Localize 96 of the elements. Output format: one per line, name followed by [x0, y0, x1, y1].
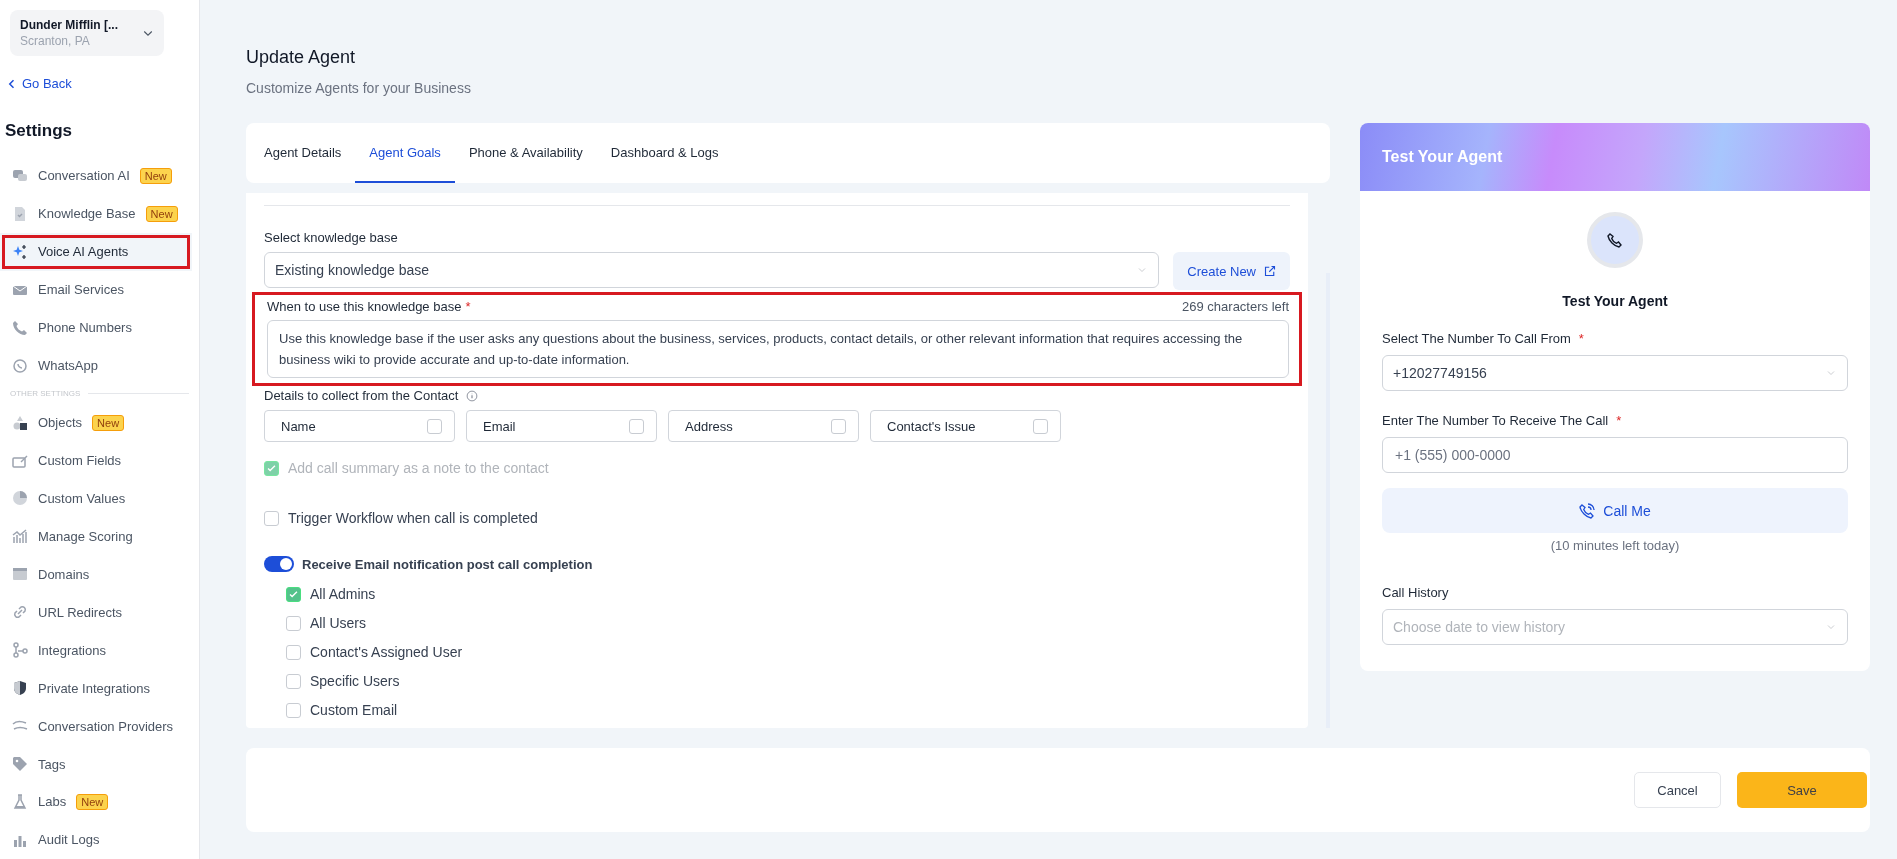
tab[interactable]: Phone & Availability: [454, 123, 597, 183]
field-label: Select knowledge base: [264, 230, 399, 245]
flask-icon: [12, 793, 28, 810]
bar-chart-icon: [12, 528, 28, 545]
toggle-switch[interactable]: [264, 556, 294, 572]
checkbox-label: All Admins: [310, 586, 376, 602]
checkbox-label: Add call summary as a note to the contact: [288, 460, 549, 476]
call-me-button[interactable]: Call Me: [1382, 488, 1848, 533]
pie-chart-icon: [12, 490, 28, 507]
minutes-remaining: (10 minutes left today): [1550, 538, 1680, 553]
new-badge: New: [92, 414, 125, 431]
option-chip[interactable]: Address: [668, 410, 859, 442]
shapes-icon: [12, 414, 28, 431]
checkbox-label: Contact's Assigned User: [310, 644, 463, 660]
checkbox[interactable]: [286, 673, 301, 689]
account-name: Dunder Mifflin [...: [20, 18, 118, 32]
checkmark-icon: [288, 588, 299, 600]
toggle-label: Receive Email notification post call completion: [302, 556, 593, 572]
phone-icon: [1579, 502, 1596, 519]
sidebar-item[interactable]: Conversation Providers: [0, 707, 199, 746]
shield-icon: [12, 680, 28, 697]
phone-icon: [12, 319, 28, 336]
checkbox[interactable]: [831, 418, 846, 434]
save-button[interactable]: Save: [1737, 772, 1867, 808]
phone-icon: [1607, 232, 1623, 248]
character-counter: 269 characters left: [1182, 299, 1289, 314]
option-chip[interactable]: Name: [264, 410, 455, 442]
checkbox-label: Specific Users: [310, 673, 400, 689]
sidebar-item[interactable]: Tags: [0, 745, 199, 783]
account-switcher[interactable]: Dunder Mifflin [... Scranton, PA: [10, 10, 164, 56]
checkbox-label: All Users: [310, 615, 366, 631]
link-icon: [12, 604, 28, 621]
option-chip[interactable]: Contact's Issue: [870, 410, 1061, 442]
sidebar-item[interactable]: Knowledge Base New: [0, 194, 199, 233]
knowledge-base-select[interactable]: Existing knowledge base: [264, 252, 1160, 288]
cancel-button[interactable]: Cancel: [1634, 772, 1721, 808]
checkbox[interactable]: [427, 418, 442, 434]
edit-field-icon: [12, 452, 28, 469]
back-link[interactable]: Go Back: [6, 76, 72, 91]
checkbox[interactable]: [264, 510, 279, 526]
sidebar-item[interactable]: Email Services: [0, 270, 199, 309]
sidebar-item[interactable]: WhatsApp: [0, 346, 199, 385]
new-badge: New: [76, 793, 109, 810]
required-mark: *: [1616, 413, 1622, 428]
nodes-icon: [12, 642, 28, 659]
sidebar-item[interactable]: Private Integrations: [0, 669, 199, 708]
panel-title: Test Your Agent: [1562, 293, 1668, 309]
page-title: Update Agent: [246, 47, 357, 68]
number-select[interactable]: +12027749156: [1382, 355, 1848, 391]
sidebar-item[interactable]: Domains: [0, 555, 199, 594]
page-subtitle: Customize Agents for your Business: [246, 80, 472, 96]
sparkle-icon: [12, 243, 28, 260]
tab[interactable]: Dashboard & Logs: [596, 123, 733, 183]
sidebar-item[interactable]: Custom Fields: [0, 441, 199, 480]
text-area[interactable]: Use this knowledge base if the user asks any questions about the business, services, products, contact details, or other relevant information that requires accessing the business wiki to provide accurate and up-to-date information.: [267, 320, 1289, 378]
field-label: Call History: [1382, 585, 1449, 600]
sidebar-item[interactable]: Objects New: [0, 403, 199, 442]
sidebar-item[interactable]: Phone Numbers: [0, 308, 199, 347]
field-label: Enter The Number To Receive The Call: [1382, 413, 1609, 428]
new-badge: New: [139, 167, 172, 184]
sidebar-item[interactable]: Custom Values: [0, 479, 199, 518]
required-mark: *: [1578, 331, 1584, 346]
account-location: Scranton, PA: [20, 34, 91, 48]
field-label: Select The Number To Call From: [1382, 331, 1571, 346]
checkbox-label: Trigger Workflow when call is completed: [288, 510, 538, 526]
create-new-button[interactable]: Create New: [1173, 252, 1290, 290]
checkbox[interactable]: [286, 702, 301, 718]
sidebar-item[interactable]: Conversation AI New: [0, 157, 199, 195]
tab[interactable]: Agent Goals: [355, 123, 455, 183]
checkbox[interactable]: [1033, 418, 1048, 434]
sidebar-item[interactable]: Labs New: [0, 783, 199, 821]
browser-window-icon: [12, 566, 28, 583]
checkbox[interactable]: [286, 644, 301, 660]
document-icon: [12, 205, 28, 222]
sidebar-item[interactable]: Voice AI Agents: [0, 232, 192, 271]
field-label: When to use this knowledge base: [267, 299, 462, 314]
external-link-icon: [1264, 265, 1276, 277]
sidebar-title: Settings: [5, 121, 74, 141]
field-label: Details to collect from the Contact: [264, 388, 459, 403]
checkbox[interactable]: [286, 586, 301, 602]
checkbox[interactable]: [629, 418, 644, 434]
option-chip[interactable]: Email: [466, 410, 657, 442]
new-badge: New: [145, 205, 178, 222]
checkbox[interactable]: [286, 615, 301, 631]
info-icon: [466, 389, 479, 402]
tab[interactable]: Agent Details: [264, 123, 356, 183]
required-mark: *: [465, 299, 471, 314]
chat-icon: [12, 167, 28, 184]
panel-header: Test Your Agent: [1360, 123, 1870, 191]
sidebar-item[interactable]: Manage Scoring: [0, 517, 199, 556]
checkbox-label: Custom Email: [310, 702, 398, 718]
sidebar-item[interactable]: URL Redirects: [0, 593, 199, 632]
sidebar-item[interactable]: Integrations: [0, 631, 199, 670]
phone-number-input[interactable]: +1 (555) 000-0000: [1382, 437, 1848, 473]
tag-icon: [12, 756, 28, 773]
sidebar-item[interactable]: Audit Logs: [0, 820, 199, 859]
